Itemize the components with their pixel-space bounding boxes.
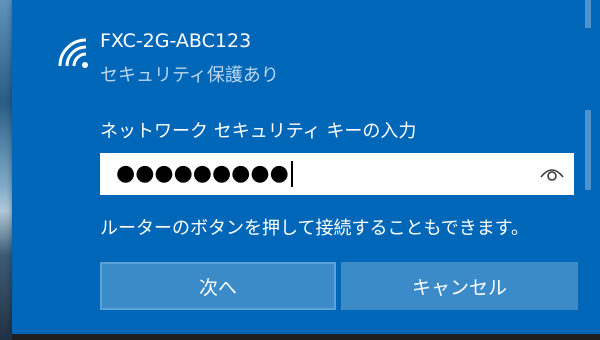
next-button[interactable]: 次へ	[100, 262, 336, 310]
scrollbar[interactable]	[578, 0, 600, 334]
router-button-hint: ルーターのボタンを押して接続することもできます。	[100, 218, 529, 239]
network-security-status: セキュリティ保護あり	[100, 65, 279, 86]
password-value: ●●●●●●●●●	[116, 159, 293, 189]
wifi-icon	[58, 38, 88, 68]
text-caret	[290, 161, 293, 187]
scrollbar-thumb-top[interactable]	[585, 0, 591, 28]
scrollbar-thumb[interactable]	[585, 110, 591, 190]
security-key-label: ネットワーク セキュリティ キーの入力	[100, 121, 417, 142]
eye-icon[interactable]	[540, 165, 564, 183]
security-key-input[interactable]: ●●●●●●●●●	[100, 153, 574, 195]
taskbar-edge	[12, 334, 600, 340]
network-name: FXC-2G-ABC123	[100, 30, 252, 52]
desktop: FXC-2G-ABC123 セキュリティ保護あり ネットワーク セキュリティ キ…	[0, 0, 600, 340]
cancel-button[interactable]: キャンセル	[341, 262, 578, 310]
